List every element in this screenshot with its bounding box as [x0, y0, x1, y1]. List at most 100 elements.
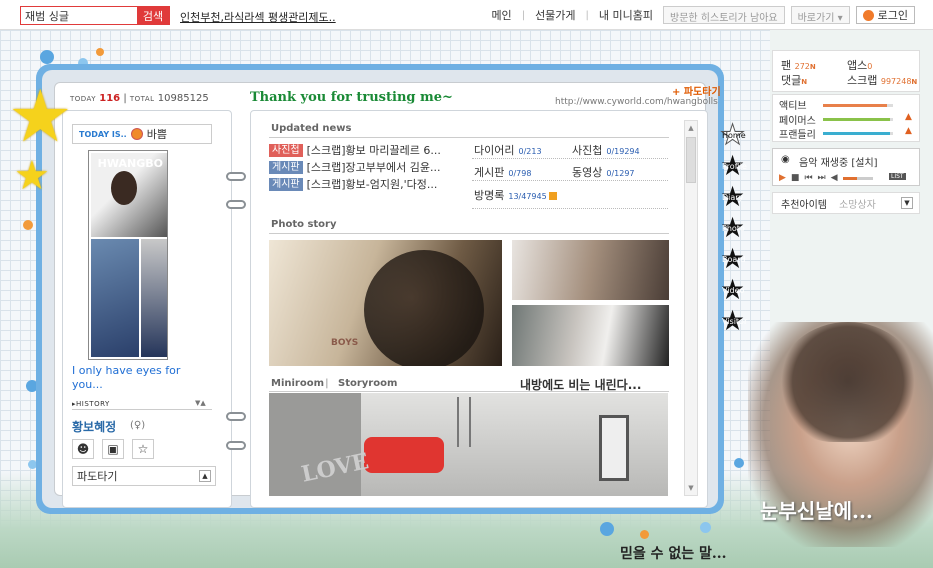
content-scrollbar[interactable]: ▲ ▼	[684, 120, 698, 496]
search-button[interactable]: 검색	[137, 7, 169, 24]
deco-dot	[600, 522, 614, 536]
fan-stat[interactable]: 팬 272N	[781, 57, 816, 73]
stat-count: 0/1297	[606, 169, 635, 178]
wave-surf-link[interactable]: + 파도타기	[672, 83, 721, 98]
total-label: TOTAL	[129, 95, 155, 103]
deco-dot	[96, 48, 104, 56]
miniroom-tab[interactable]: Miniroom	[271, 378, 324, 389]
owner-gender: (♀)	[130, 420, 146, 431]
recommend-item[interactable]: 소망상자	[839, 196, 876, 211]
news-text: [스크랩]황보-엄지원,'다정...	[306, 178, 438, 191]
top-nav: 메인 | 선물가게 | 내 미니홈피 방문한 히스토리가 남아요 바로가기 ▾ …	[487, 6, 915, 24]
owner-name[interactable]: 황보혜정	[72, 418, 116, 435]
news-item[interactable]: 게시판 [스크랩]황보-엄지원,'다정...	[269, 177, 469, 191]
divider	[269, 137, 669, 138]
news-category: 사진첩	[269, 143, 303, 157]
login-button[interactable]: 로그인	[855, 6, 915, 24]
tab-video[interactable]: ★ Video	[714, 276, 758, 304]
recommend-label[interactable]: 추천아이템	[781, 196, 827, 211]
score-label: 페이머스	[779, 115, 816, 127]
photo-story-title: Photo story	[271, 219, 337, 230]
news-category: 게시판	[269, 177, 303, 191]
surf-select[interactable]: 파도타기 ▲	[72, 466, 216, 486]
storyroom-tab[interactable]: Storyroom	[338, 378, 397, 389]
score-bar-track	[823, 118, 893, 121]
score-bar-row: 액티브	[779, 98, 807, 112]
score-bar-row: 프랜들리	[779, 127, 816, 141]
news-ticker-link[interactable]: 인천부천,라식라섹 평생관리제도..	[180, 9, 336, 25]
stat-board[interactable]: 게시판 0/798	[474, 164, 531, 180]
score-bar-row: 페이머스	[779, 113, 816, 127]
score-bar-fill	[823, 132, 890, 135]
news-item[interactable]: 사진첩 [스크랩]황보 마리끌레르 6...	[269, 143, 469, 157]
scrap-stat[interactable]: 스크랩 997248N	[847, 72, 917, 88]
stat-video[interactable]: 동영상 0/1297	[572, 164, 635, 180]
star-icon[interactable]: ☆	[132, 439, 154, 459]
scrap-label: 스크랩	[847, 74, 878, 87]
friend-icon[interactable]: ☻	[72, 439, 94, 459]
volume-icon[interactable]: ◀	[831, 173, 838, 183]
news-item[interactable]: 게시판 [스크랩]장고부부에서 김윤...	[269, 160, 469, 174]
scrap-value: 997248	[880, 77, 912, 86]
prev-icon[interactable]: ⏮	[804, 173, 812, 183]
search-input[interactable]	[21, 7, 139, 24]
play-icon[interactable]: ▶	[779, 173, 786, 183]
stat-photo[interactable]: 사진첩 0/19294	[572, 142, 640, 158]
bottom-caption: 믿을 수 없는 말...	[620, 546, 727, 562]
tab-photo[interactable]: ★ Photo	[714, 214, 758, 242]
music-disc-icon: ◉	[781, 154, 790, 165]
music-controls: ▶ ■ ⏮ ⏭ ◀	[779, 173, 873, 183]
tab-label: Profile	[722, 162, 747, 171]
music-title[interactable]: 음악 재생중 [설치]	[799, 154, 878, 169]
stop-icon[interactable]: ■	[791, 173, 800, 183]
nav-gift-shop-link[interactable]: 선물가게	[531, 7, 579, 23]
deco-dot	[700, 522, 711, 533]
recommend-box: 추천아이템 소망상자 ▼	[772, 192, 920, 214]
score-bar-track	[823, 132, 893, 135]
playlist-button[interactable]: LIST	[889, 173, 906, 180]
next-icon[interactable]: ⏭	[818, 173, 826, 183]
stat-count: 0/213	[518, 147, 542, 156]
stat-label: 동영상	[572, 166, 603, 179]
history-link[interactable]: ▸HISTORY	[72, 400, 110, 408]
tab-diary[interactable]: ★ Diary	[714, 183, 758, 211]
miniroom-ladder	[457, 397, 471, 447]
total-count: 10985125	[157, 93, 209, 104]
miniroom-scene[interactable]: LOVE	[269, 393, 668, 496]
photo-story-main[interactable]: BOYS	[269, 240, 502, 366]
goto-select[interactable]: 바로가기 ▾	[790, 6, 850, 24]
today-label: TODAY	[70, 95, 97, 103]
stat-count: 0/798	[508, 169, 532, 178]
chevron-down-icon[interactable]: ▼	[901, 197, 913, 209]
apps-stat[interactable]: 앱스0	[847, 57, 872, 73]
score-label: 프랜들리	[779, 129, 816, 141]
scroll-down-icon[interactable]: ▼	[686, 482, 696, 494]
history-button[interactable]: 방문한 히스토리가 남아요	[663, 6, 785, 24]
homepage-url[interactable]: http://www.cyworld.com/hwangbolls	[555, 97, 718, 107]
nav-my-minihompy-link[interactable]: 내 미니홈피	[595, 7, 657, 23]
stat-guestbook[interactable]: 방명록 13/47945	[474, 187, 557, 203]
tab-profile[interactable]: ★ Profile	[714, 152, 758, 180]
tab-home[interactable]: ★ Home	[714, 120, 758, 149]
tab-label: Video	[722, 286, 745, 295]
profile-photo[interactable]: HWANGBO	[88, 150, 168, 360]
fan-value: 272	[794, 62, 810, 71]
stats-box: 팬 272N 앱스0 댓글N 스크랩 997248N	[772, 50, 920, 92]
new-mark: N	[809, 63, 816, 71]
history-arrows-icon[interactable]: ▼▲	[195, 399, 206, 407]
volume-slider[interactable]	[842, 176, 873, 180]
photo-story-thumb[interactable]	[512, 240, 669, 300]
comments-stat[interactable]: 댓글N	[781, 72, 807, 88]
divider	[269, 391, 669, 392]
photo-story-thumb[interactable]	[512, 305, 669, 366]
camera-icon[interactable]: ▣	[102, 439, 124, 459]
comments-label: 댓글	[781, 74, 802, 87]
nav-main-link[interactable]: 메인	[487, 7, 515, 23]
portrait-caption: 눈부신날에...	[760, 499, 873, 523]
scroll-up-icon[interactable]: ▲	[686, 122, 696, 134]
tab-board[interactable]: ★ Board	[714, 245, 758, 273]
star-decoration-icon: ★	[14, 153, 50, 199]
scroll-thumb[interactable]	[686, 137, 696, 183]
star-decoration-icon: ★	[8, 74, 73, 158]
stat-diary[interactable]: 다이어리 0/213	[474, 142, 542, 158]
